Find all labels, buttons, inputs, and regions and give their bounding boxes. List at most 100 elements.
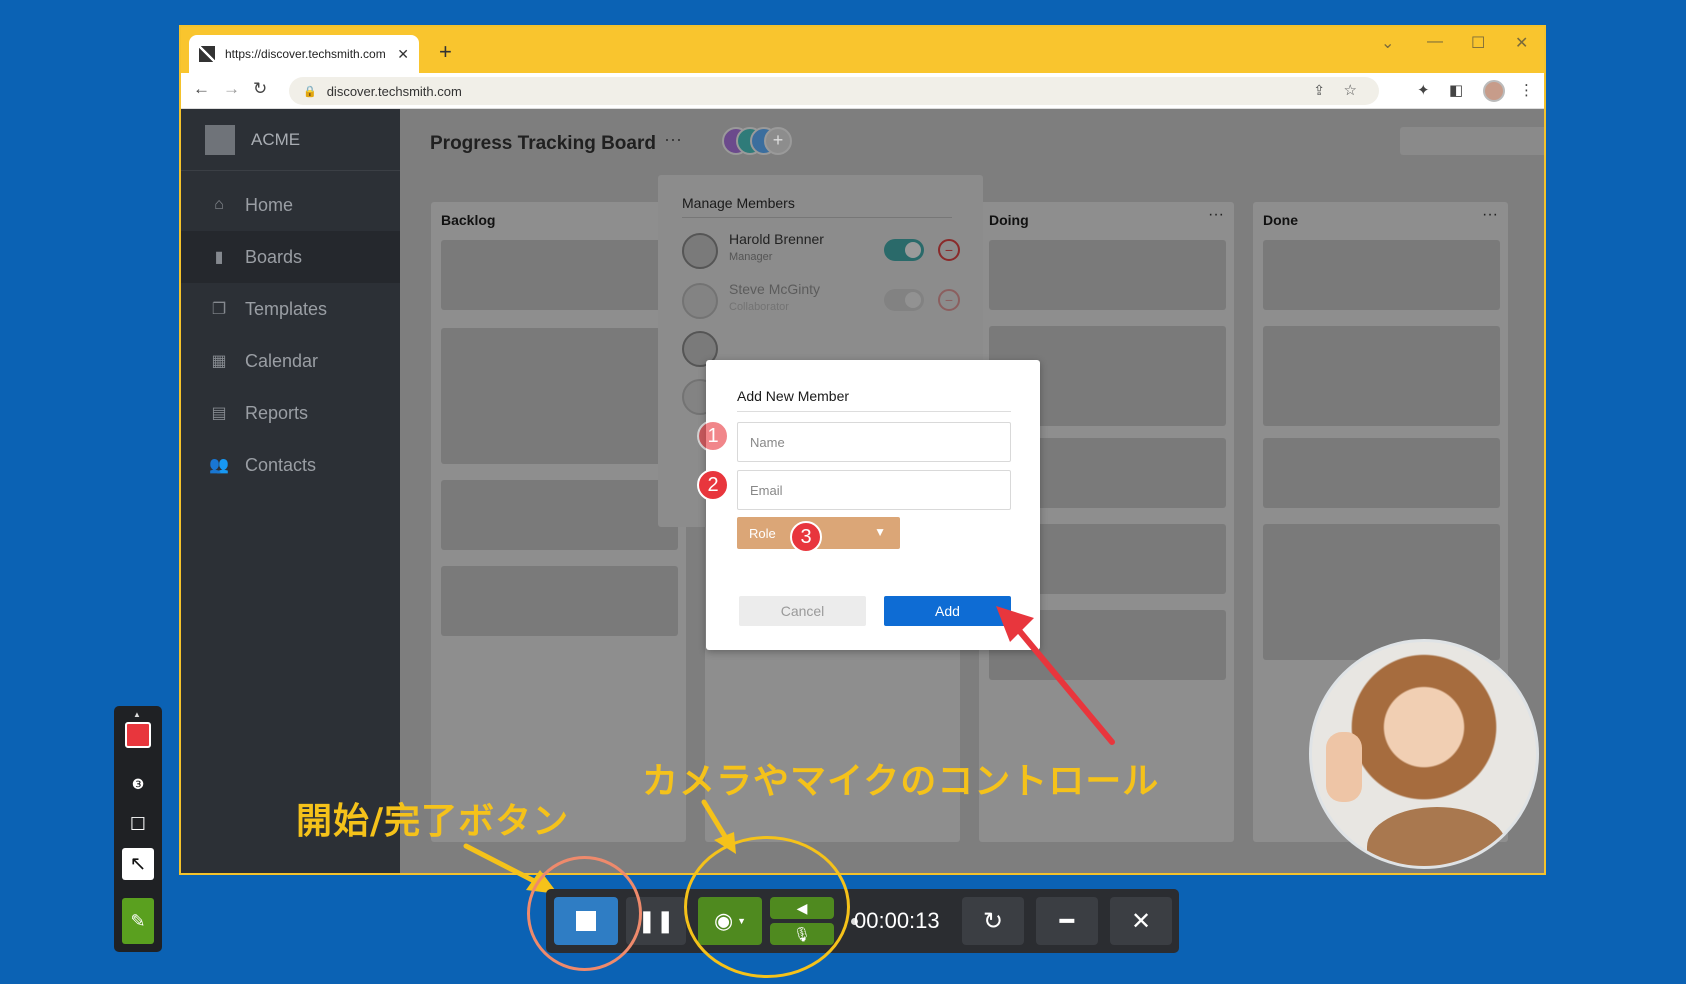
caret-down-icon: ▼ [874,525,886,539]
board-card[interactable] [441,480,678,550]
close-icon: ✕ [1130,907,1152,935]
board-card[interactable] [989,240,1226,310]
pause-icon: ❚❚ [637,908,675,933]
role-select-label: Role [749,525,776,541]
tab-close-icon[interactable]: ✕ [397,46,409,63]
bookmark-star-icon[interactable]: ☆ [1344,81,1357,99]
add-member-icon[interactable]: + [764,127,792,155]
column-title: Doing [989,212,1029,228]
sidebar-item-label: Reports [245,402,309,423]
start-stop-annotation: 開始/完了ボタン [296,801,570,842]
minimize-icon[interactable]: — [1427,33,1443,51]
home-icon: ⌂ [214,196,224,213]
calendar-icon: ▦ [211,353,227,370]
board-card[interactable] [441,566,678,636]
column-more-icon[interactable]: ··· [1208,206,1224,224]
close-recorder-button[interactable]: ✕ [1110,897,1172,945]
board-card[interactable] [1263,524,1500,660]
cancel-button[interactable]: Cancel [739,596,866,626]
address-bar[interactable]: 🔒 discover.techsmith.com ⇪ ☆ [289,77,1379,105]
sidebar-item-label: Home [245,194,294,215]
webcam-shirt [1367,807,1507,866]
remove-member-icon[interactable]: − [938,239,960,261]
dialog-title: Add New Member [737,388,850,404]
restart-button[interactable]: ↻ [962,897,1024,945]
rectangle-tool-icon[interactable]: ☐ [122,808,154,840]
new-tab-button[interactable]: + [439,39,452,65]
annotate-toggle-icon[interactable]: ✎ [122,898,154,944]
maximize-icon[interactable]: ☐ [1471,33,1485,53]
sidebar: ACME ⌂ Home ▮ Boards ❐ Templates ▦ Calen… [181,109,400,873]
column-more-icon[interactable]: ··· [1482,206,1498,224]
techsmith-favicon-icon [199,46,215,62]
name-field[interactable] [737,422,1011,462]
member-role: Collaborator [729,301,789,313]
step-badge-1: 1 [697,420,729,452]
sidebar-item-reports[interactable]: ▤ Reports [181,387,400,439]
address-toolbar: ← → ↻ 🔒 discover.techsmith.com ⇪ ☆ ✦ ◧ ⋮ [181,73,1544,109]
popover-title: Manage Members [682,195,795,211]
webcam-preview[interactable] [1309,639,1539,869]
member-row: Harold Brenner Manager − [682,229,962,273]
sidebar-item-calendar[interactable]: ▦ Calendar [181,335,400,387]
search-input[interactable]: ⚲ [1400,127,1544,155]
board-card[interactable] [1263,438,1500,508]
member-name: Harold Brenner [729,231,824,247]
color-picker-button[interactable] [125,722,151,748]
reload-icon[interactable]: ↻ [253,79,267,99]
browser-profile-avatar[interactable] [1483,80,1505,102]
sidebar-item-label: Boards [245,246,303,267]
sidebar-item-contacts[interactable]: 👥 Contacts [181,439,400,491]
tab-search-chevron-icon[interactable]: ⌄ [1381,33,1394,53]
board-card[interactable] [1263,240,1500,310]
board-card[interactable] [441,328,678,464]
member-toggle[interactable] [884,289,924,311]
column-title: Done [1263,212,1298,228]
sidebar-item-boards[interactable]: ▮ Boards [181,231,400,283]
clipboard-icon: ▮ [214,249,224,266]
browser-tab[interactable]: https://discover.techsmith.com ✕ [189,35,419,73]
extensions-icon[interactable]: ✦ [1417,81,1430,99]
lock-icon: 🔒 [303,85,317,98]
tab-title: https://discover.techsmith.com [225,47,386,61]
brand[interactable]: ACME [181,109,400,171]
drawing-tool-palette: ▲ ❸ ☐ ↖ ✎ [114,706,162,952]
member-avatar-icon [682,233,718,269]
back-icon[interactable]: ← [193,79,210,99]
restart-icon: ↻ [982,907,1004,935]
board-more-icon[interactable]: ··· [664,129,682,150]
recording-timer: 00:00:13 [854,908,940,933]
side-panel-icon[interactable]: ◧ [1449,81,1463,99]
board-header: Progress Tracking Board ··· + ⚲ ? [400,109,1544,171]
share-icon[interactable]: ⇪ [1313,82,1325,99]
forward-icon[interactable]: → [223,79,240,99]
palette-collapse-icon[interactable]: ▲ [133,710,141,719]
sidebar-item-home[interactable]: ⌂ Home [181,179,400,231]
member-row: Steve McGinty Collaborator − [682,279,962,323]
member-name: Steve McGinty [729,281,821,297]
window-close-icon[interactable]: ✕ [1515,33,1528,53]
board-card[interactable] [441,240,678,310]
document-icon: ▤ [211,405,227,422]
address-text: discover.techsmith.com [326,83,462,99]
sidebar-item-label: Templates [245,298,328,319]
divider [682,217,952,218]
arrow-tool-icon[interactable]: ↖ [122,848,154,880]
minimize-recorder-button[interactable]: ━ [1036,897,1098,945]
email-field[interactable] [737,470,1011,510]
step-badge-2: 2 [697,469,729,501]
step-badge-3: 3 [790,521,822,553]
column-backlog: Backlog [431,202,686,842]
board-title: Progress Tracking Board [430,133,656,154]
remove-member-icon[interactable]: − [938,289,960,311]
member-toggle[interactable] [884,239,924,261]
acme-logo-icon [205,124,235,155]
board-card[interactable] [1263,326,1500,426]
step-tool-icon[interactable]: ❸ [122,768,154,800]
member-role: Manager [729,251,773,263]
sidebar-item-label: Contacts [245,454,317,475]
camera-mic-highlight-circle [684,836,850,978]
brand-name: ACME [251,129,301,149]
sidebar-item-templates[interactable]: ❐ Templates [181,283,400,335]
kebab-menu-icon[interactable]: ⋮ [1519,81,1534,99]
